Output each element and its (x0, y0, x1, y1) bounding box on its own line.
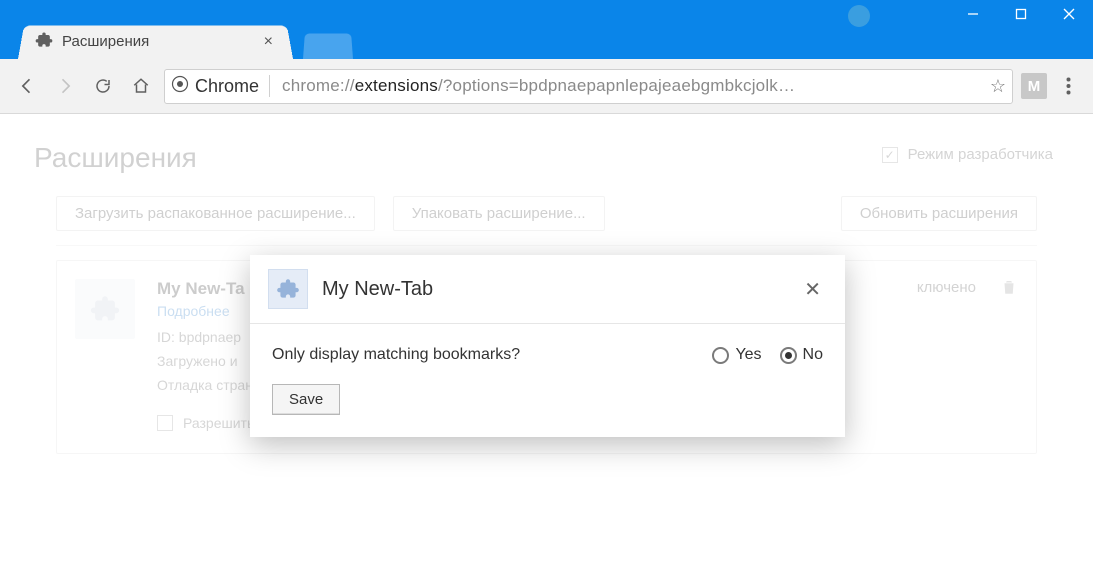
puzzle-piece-icon (268, 269, 308, 309)
window-titlebar: Расширения × (0, 0, 1093, 59)
option-question: Only display matching bookmarks? (272, 346, 694, 364)
modal-header: My New-Tab ✕ (250, 255, 845, 324)
window-minimize-button[interactable] (949, 0, 997, 28)
account-icon[interactable] (847, 4, 871, 28)
option-no[interactable]: No (780, 346, 823, 364)
profile-badge[interactable]: M (1021, 73, 1047, 99)
modal-close-button[interactable]: ✕ (798, 275, 827, 304)
browser-menu-button[interactable] (1055, 77, 1081, 95)
back-button[interactable] (12, 71, 42, 101)
origin-label: Chrome (195, 76, 259, 97)
browser-toolbar: Chrome chrome://extensions/?options=bpdp… (0, 59, 1093, 114)
browser-tab[interactable]: Расширения × (24, 24, 287, 59)
option-yes-label: Yes (735, 346, 761, 364)
extension-options-modal: My New-Tab ✕ Only display matching bookm… (250, 255, 845, 437)
option-row: Only display matching bookmarks? Yes No (272, 346, 823, 364)
browser-tab-title: Расширения (62, 33, 149, 50)
window-close-button[interactable] (1045, 0, 1093, 28)
option-no-label: No (803, 346, 823, 364)
origin-chip: Chrome (171, 75, 270, 97)
radio-icon (712, 347, 729, 364)
tab-close-button[interactable]: × (260, 32, 277, 52)
forward-button[interactable] (50, 71, 80, 101)
url-text: chrome://extensions/?options=bpdpnaepapn… (282, 76, 982, 96)
puzzle-piece-icon (34, 30, 54, 54)
window-maximize-button[interactable] (997, 0, 1045, 28)
modal-title: My New-Tab (322, 278, 433, 301)
bookmark-star-icon[interactable]: ☆ (990, 76, 1006, 97)
new-tab-button[interactable] (303, 33, 353, 59)
chrome-logo-icon (171, 75, 189, 97)
home-button[interactable] (126, 71, 156, 101)
reload-button[interactable] (88, 71, 118, 101)
option-yes[interactable]: Yes (712, 346, 761, 364)
save-button[interactable]: Save (272, 384, 340, 415)
modal-body: Only display matching bookmarks? Yes No … (250, 324, 845, 437)
radio-icon (780, 347, 797, 364)
address-bar[interactable]: Chrome chrome://extensions/?options=bpdp… (164, 69, 1013, 104)
